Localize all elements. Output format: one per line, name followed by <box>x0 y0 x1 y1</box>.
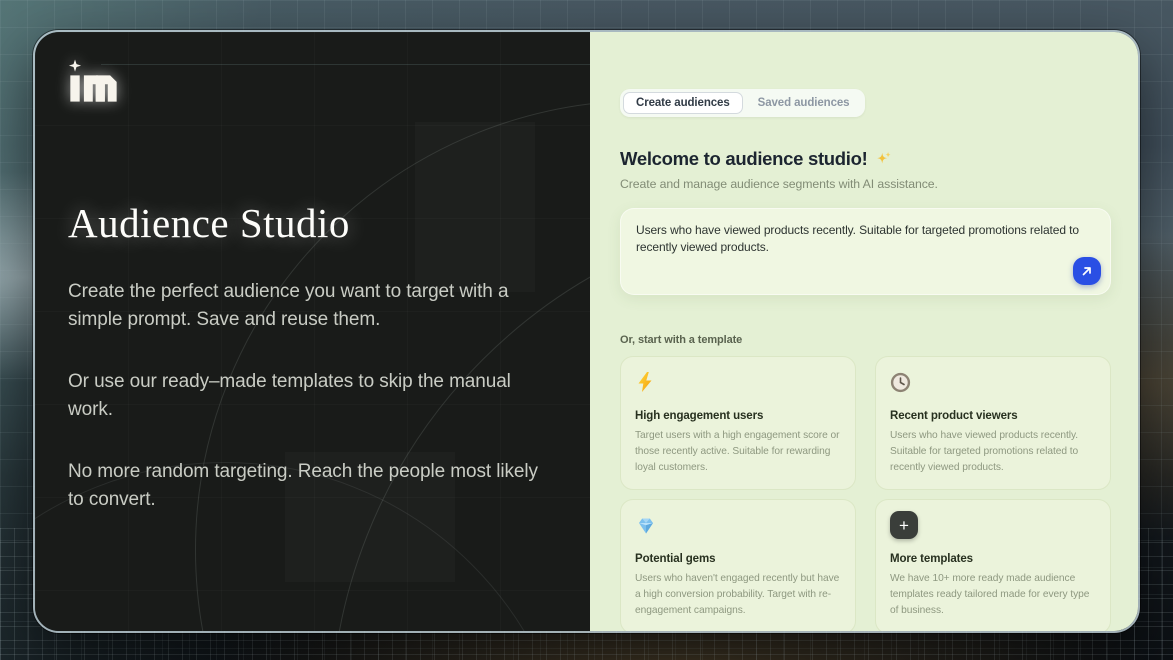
template-description: We have 10+ more ready made audience tem… <box>890 571 1096 618</box>
submit-prompt-button[interactable] <box>1073 257 1101 285</box>
template-title: High engagement users <box>635 410 841 422</box>
gem-icon <box>635 516 657 535</box>
sparkles-icon <box>875 150 893 168</box>
desktop-background: { "app": { "name": "Audience Studio" }, … <box>0 0 1173 660</box>
arrow-up-right-icon <box>1080 264 1094 278</box>
decorative-patch <box>285 452 455 582</box>
clock-icon <box>890 372 911 393</box>
template-title: Recent product viewers <box>890 410 1096 422</box>
template-description: Users who haven't engaged recently but h… <box>635 571 841 618</box>
lightning-icon <box>635 371 655 393</box>
template-description: Users who have viewed products recently.… <box>890 428 1096 475</box>
templates-section-label: Or, start with a template <box>620 334 1111 346</box>
prompt-value: Users who have viewed products recently.… <box>636 222 1088 257</box>
studio-panel: Create audiences Saved audiences Welcome… <box>590 32 1138 631</box>
tab-create-audiences[interactable]: Create audiences <box>623 92 743 114</box>
tab-saved-audiences[interactable]: Saved audiences <box>745 92 863 114</box>
prompt-input[interactable]: Users who have viewed products recently.… <box>620 208 1111 295</box>
template-title: Potential gems <box>635 553 841 565</box>
app-window: Audience Studio Create the perfect audie… <box>33 30 1140 633</box>
template-title: More templates <box>890 553 1096 565</box>
decorative-patch <box>415 122 535 292</box>
template-card-high-engagement[interactable]: High engagement users Target users with … <box>620 356 856 490</box>
template-card-potential-gems[interactable]: Potential gems Users who haven't engaged… <box>620 499 856 633</box>
page-title: Welcome to audience studio! <box>620 148 868 170</box>
page-subtitle: Create and manage audience segments with… <box>620 177 1111 191</box>
decorative-line <box>101 64 590 65</box>
hero-panel: Audience Studio Create the perfect audie… <box>35 32 590 631</box>
template-card-more-templates[interactable]: + More templates We have 10+ more ready … <box>875 499 1111 633</box>
template-grid: High engagement users Target users with … <box>620 356 1111 633</box>
template-description: Target users with a high engagement scor… <box>635 428 841 475</box>
hero-paragraph: Or use our ready–made templates to skip … <box>68 368 538 424</box>
plus-icon: + <box>890 511 918 539</box>
audience-tabs: Create audiences Saved audiences <box>620 89 865 117</box>
im-sparkle-logo <box>68 59 126 103</box>
template-card-recent-viewers[interactable]: Recent product viewers Users who have vi… <box>875 356 1111 490</box>
